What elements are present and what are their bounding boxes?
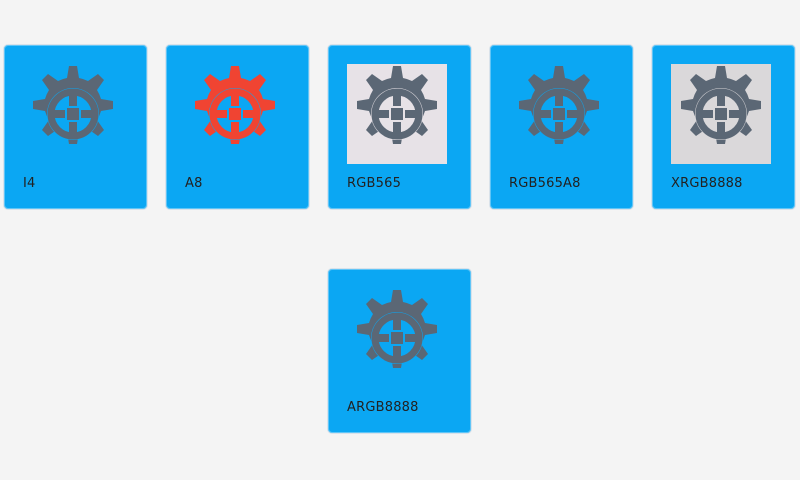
gear-image xyxy=(185,64,285,164)
gear-icon xyxy=(33,66,113,144)
gear-image xyxy=(347,64,447,164)
format-card-i4[interactable]: I4 xyxy=(3,44,148,210)
format-label: A8 xyxy=(185,176,203,191)
format-card-rgb565a8[interactable]: RGB565A8 xyxy=(489,44,634,210)
gear-image xyxy=(347,288,447,388)
gear-icon xyxy=(195,66,275,144)
format-label: RGB565A8 xyxy=(509,176,581,191)
gear-image xyxy=(509,64,609,164)
format-label: ARGB8888 xyxy=(347,400,419,415)
gear-icon xyxy=(357,66,437,144)
format-card-argb8888[interactable]: ARGB8888 xyxy=(327,268,472,434)
format-card-a8[interactable]: A8 xyxy=(165,44,310,210)
format-label: RGB565 xyxy=(347,176,402,191)
gear-image xyxy=(23,64,123,164)
gear-image xyxy=(671,64,771,164)
gear-icon xyxy=(357,290,437,368)
format-card-rgb565[interactable]: RGB565 xyxy=(327,44,472,210)
format-label: XRGB8888 xyxy=(671,176,743,191)
gear-icon xyxy=(519,66,599,144)
format-card-xrgb8888[interactable]: XRGB8888 xyxy=(651,44,796,210)
gear-icon xyxy=(681,66,761,144)
format-label: I4 xyxy=(23,176,36,191)
